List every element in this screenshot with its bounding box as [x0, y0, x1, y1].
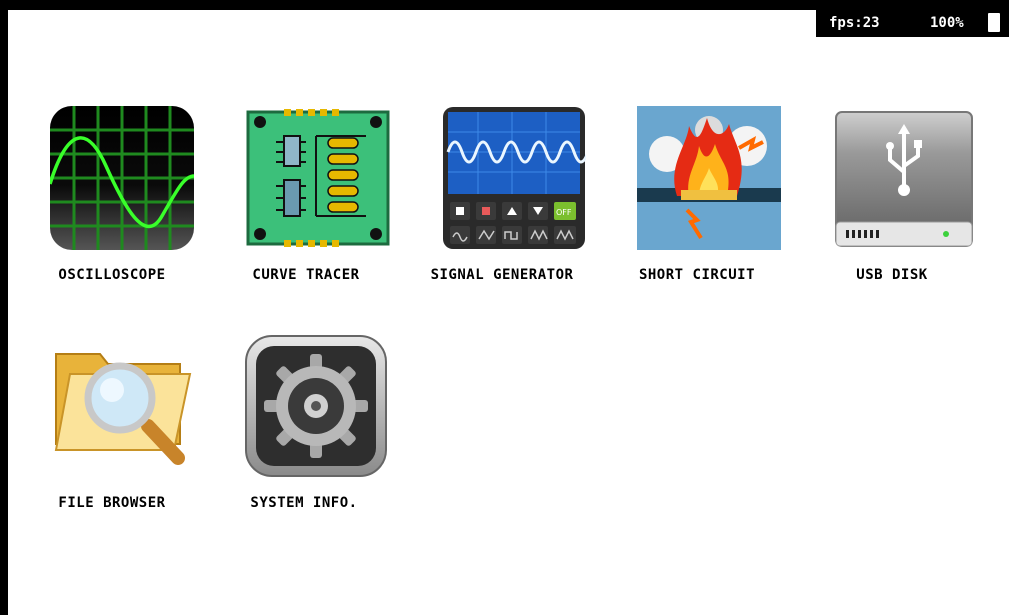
gear-icon [244, 334, 388, 478]
app-short-circuit[interactable]: SHORT CIRCUIT [607, 106, 787, 321]
battery-full-icon [988, 13, 1000, 32]
app-file-browser[interactable]: FILE BROWSER [22, 334, 202, 549]
app-usb-disk[interactable]: USB DISK [802, 106, 982, 321]
app-curve-tracer[interactable]: CURVE TRACER [216, 106, 396, 321]
app-label: USB DISK [856, 267, 928, 283]
app-oscilloscope[interactable]: OSCILLOSCOPE [22, 106, 202, 321]
battery-percentage: 100% [930, 15, 964, 31]
short-circuit-fire-icon [637, 106, 781, 250]
app-system-info[interactable]: SYSTEM INFO. [214, 334, 394, 549]
home-screen: fps:23 100% OSCILLOSCOPE CURVE TRACER OF… [8, 10, 1009, 615]
app-label: SHORT CIRCUIT [638, 267, 756, 283]
app-label: CURVE TRACER [252, 267, 360, 283]
oscilloscope-icon [50, 106, 194, 250]
app-label: SIGNAL GENERATOR [430, 267, 574, 283]
status-bar: fps:23 100% [816, 10, 1009, 37]
circuit-board-icon [246, 106, 390, 250]
app-signal-generator[interactable]: OFF SIGNAL GENERATOR [412, 106, 592, 321]
app-label: OSCILLOSCOPE [58, 267, 166, 283]
signal-generator-icon: OFF [442, 106, 586, 250]
app-label: SYSTEM INFO. [250, 495, 358, 511]
app-label: FILE BROWSER [58, 495, 166, 511]
fps-counter: fps:23 [829, 15, 880, 31]
svg-text:OFF: OFF [556, 208, 572, 217]
usb-disk-icon [832, 106, 976, 250]
folder-search-icon [50, 334, 194, 478]
